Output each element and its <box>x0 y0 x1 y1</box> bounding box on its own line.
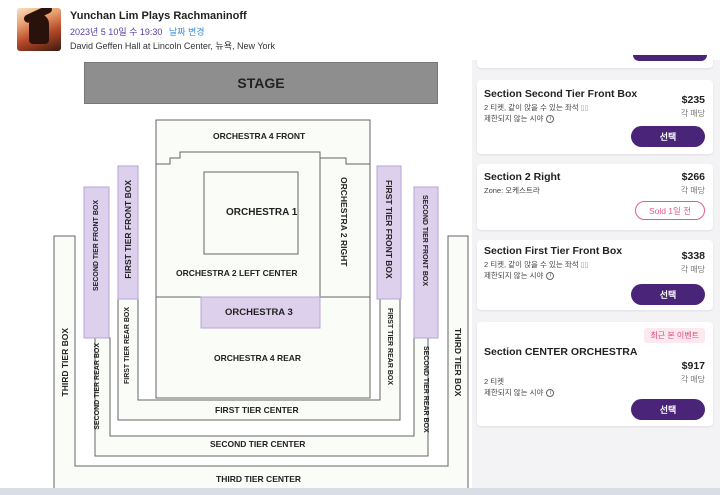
listing-per-ticket: 각 매당 <box>680 265 705 274</box>
label-first-tier-center[interactable]: FIRST TIER CENTER <box>215 405 299 415</box>
event-header: Yunchan Lim Plays Rachmaninoff 2023년 5 1… <box>0 0 720 60</box>
date-change-link[interactable]: 날짜 변경 <box>169 27 205 37</box>
info-icon[interactable]: i <box>546 115 555 124</box>
listing-card[interactable]: Section Second Tier Front Box $235 각 매당 … <box>477 80 713 154</box>
listing-card[interactable]: Section 2 Right $266 각 매당 Zone: 오케스트라 So… <box>477 164 713 230</box>
bottom-scroll-bar[interactable] <box>0 488 720 495</box>
label-first-tier-front-box-right[interactable]: FIRST TIER FRONT BOX <box>384 180 394 279</box>
listing-price: $917 <box>681 360 705 372</box>
info-icon[interactable]: i <box>546 272 555 281</box>
seats-together-icon: ▯▯ <box>580 105 589 112</box>
listing-card[interactable]: Section First Tier Front Box $338 각 매당 2… <box>477 240 713 310</box>
listing-view-line: 제한되지 않는 시야 i <box>484 113 555 124</box>
select-button-partial[interactable] <box>633 55 707 61</box>
info-icon[interactable]: i <box>546 389 555 398</box>
listing-view-line: 제한되지 않는 시야 i <box>484 387 555 398</box>
listing-per-ticket: 각 매당 <box>680 186 705 195</box>
sold-badge: Sold 1일 전 <box>635 201 705 220</box>
select-button[interactable]: 선택 <box>631 284 705 305</box>
listing-price: $338 <box>681 250 705 262</box>
listing-view: 제한되지 않는 시야 <box>484 271 544 280</box>
listing-per-ticket: 각 매당 <box>680 109 705 118</box>
seats-together-icon: ▯▯ <box>580 262 589 269</box>
label-first-tier-front-box-left[interactable]: FIRST TIER FRONT BOX <box>123 180 133 279</box>
listing-view: 제한되지 않는 시야 <box>484 388 544 397</box>
listings-panel: Section Second Tier Front Box $235 각 매당 … <box>472 55 720 495</box>
listing-per-ticket: 각 매당 <box>680 375 705 384</box>
listing-section: Section Second Tier Front Box <box>484 88 638 100</box>
label-orchestra-4-rear[interactable]: ORCHESTRA 4 REAR <box>214 353 301 363</box>
select-button[interactable]: 선택 <box>631 126 705 147</box>
thumbnail-figure <box>29 14 49 44</box>
stage: STAGE <box>84 62 438 104</box>
label-orchestra-2-left-center[interactable]: ORCHESTRA 2 LEFT CENTER <box>176 268 298 278</box>
listing-tickets: 2 티켓 <box>484 377 505 386</box>
listing-tickets: 2 티켓, 같이 앉을 수 있는 좌석 <box>484 103 579 112</box>
label-orchestra-2-right[interactable]: ORCHESTRA 2 RIGHT <box>339 177 349 266</box>
label-second-tier-rear-box-right[interactable]: SECOND TIER REAR BOX <box>422 346 429 433</box>
listing-section: Section First Tier Front Box <box>484 245 623 257</box>
listing-zone: Zone: 오케스트라 <box>484 186 540 195</box>
listing-tickets: 2 티켓, 같이 앉을 수 있는 좌석 <box>484 260 579 269</box>
event-venue: David Geffen Hall at Lincoln Center, 뉴욕,… <box>70 41 275 51</box>
event-title: Yunchan Lim Plays Rachmaninoff <box>70 10 247 22</box>
listing-view: 제한되지 않는 시야 <box>484 114 544 123</box>
seat-map: STAGE ORCHESTRA 4 FRONT ORCHESTRA 1 ORCH… <box>0 60 472 495</box>
event-date: 2023년 5 10일 수 19:30 <box>70 27 163 37</box>
select-button[interactable]: 선택 <box>631 399 705 420</box>
listing-view-line: 제한되지 않는 시야 i <box>484 270 555 281</box>
label-third-tier-center[interactable]: THIRD TIER CENTER <box>216 474 301 484</box>
listing-section: Section CENTER ORCHESTRA <box>484 346 638 358</box>
listing-price: $235 <box>681 94 705 106</box>
label-second-tier-front-box-right[interactable]: SECOND TIER FRONT BOX <box>421 195 428 286</box>
label-orchestra-3[interactable]: ORCHESTRA 3 <box>225 307 293 318</box>
listing-card-partial <box>477 55 713 68</box>
recently-viewed-badge: 최근 본 이벤트 <box>644 328 705 343</box>
event-date-line: 2023년 5 10일 수 19:30 날짜 변경 <box>70 25 205 38</box>
label-second-tier-front-box-left[interactable]: SECOND TIER FRONT BOX <box>93 200 100 291</box>
label-second-tier-center[interactable]: SECOND TIER CENTER <box>210 439 305 449</box>
label-orchestra-4-front[interactable]: ORCHESTRA 4 FRONT <box>213 131 305 141</box>
label-second-tier-rear-box-left[interactable]: SECOND TIER REAR BOX <box>94 343 101 430</box>
listing-price: $266 <box>681 171 705 183</box>
label-third-tier-box-left[interactable]: THIRD TIER BOX <box>60 328 70 396</box>
listing-section: Section 2 Right <box>484 171 561 183</box>
listing-card[interactable]: 최근 본 이벤트 Section CENTER ORCHESTRA $917 각… <box>477 322 713 426</box>
listing-tickets-line: 2 티켓, 같이 앉을 수 있는 좌석 ▯▯ <box>484 102 588 113</box>
event-thumbnail <box>17 8 61 51</box>
listing-tickets-line: 2 티켓, 같이 앉을 수 있는 좌석 ▯▯ <box>484 259 588 270</box>
label-orchestra-1[interactable]: ORCHESTRA 1 <box>226 207 297 218</box>
label-third-tier-box-right[interactable]: THIRD TIER BOX <box>453 328 463 396</box>
label-first-tier-rear-box-left[interactable]: FIRST TIER REAR BOX <box>124 307 131 384</box>
label-first-tier-rear-box-right[interactable]: FIRST TIER REAR BOX <box>386 308 393 385</box>
